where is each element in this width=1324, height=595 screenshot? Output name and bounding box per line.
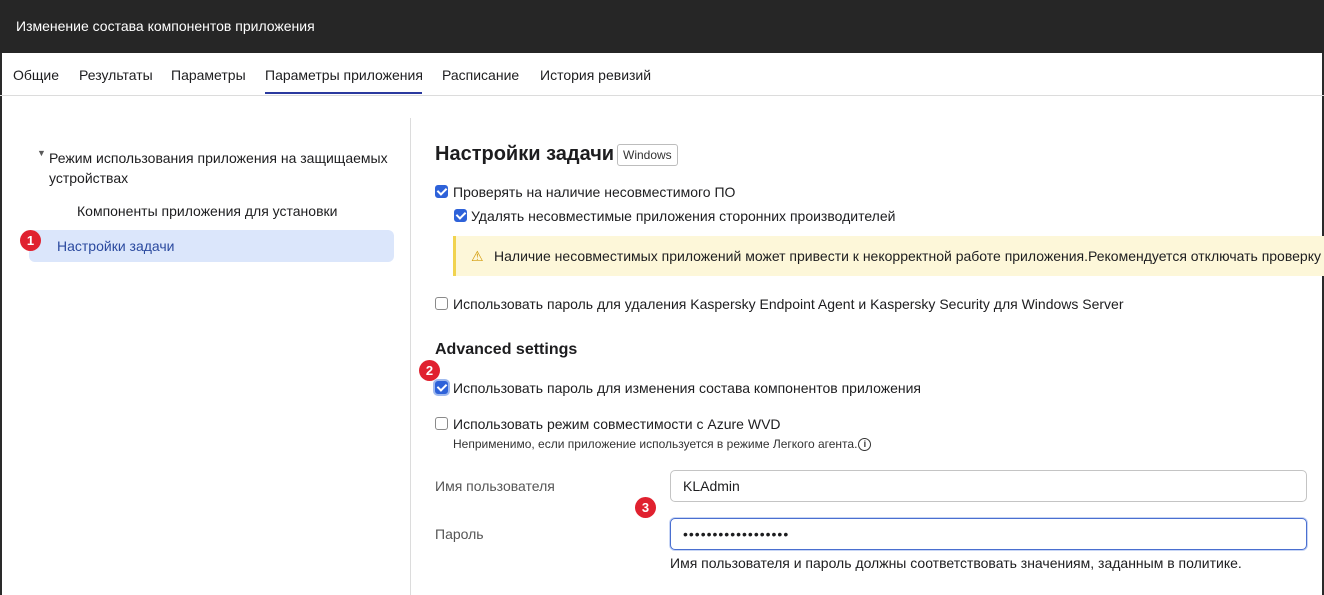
azure-wvd-note-text: Неприменимо, если приложение используетс… (453, 437, 858, 451)
tree-item-task-settings[interactable]: Настройки задачи (29, 230, 394, 262)
azure-wvd-note: Неприменимо, если приложение используетс… (453, 437, 872, 452)
caret-down-icon[interactable]: ▼ (37, 148, 46, 158)
warning-text: Наличие несовместимых приложений может п… (494, 248, 1324, 264)
tree-item-protection-mode[interactable]: Режим использования приложения на защища… (49, 148, 399, 188)
check-incompatible-checkbox[interactable] (435, 185, 448, 198)
active-tab-indicator (265, 92, 422, 94)
warning-banner: ⚠ Наличие несовместимых приложений может… (453, 236, 1324, 276)
tree-item-components[interactable]: Компоненты приложения для установки (77, 203, 337, 219)
tab-revision-history[interactable]: История ревизий (540, 67, 651, 83)
tab-general[interactable]: Общие (13, 67, 59, 83)
window-title: Изменение состава компонентов приложения (16, 18, 315, 34)
callout-badge-3: 3 (635, 497, 656, 518)
tab-bar: Общие Результаты Параметры Параметры при… (0, 53, 1324, 96)
username-label: Имя пользователя (435, 478, 555, 494)
title-bar: Изменение состава компонентов приложения (0, 0, 1324, 53)
azure-wvd-label[interactable]: Использовать режим совместимости с Azure… (453, 416, 781, 432)
tab-parameters[interactable]: Параметры (171, 67, 246, 83)
advanced-settings-title: Advanced settings (435, 341, 578, 358)
credentials-hint: Имя пользователя и пароль должны соответ… (670, 555, 1242, 571)
remove-incompatible-checkbox[interactable] (454, 209, 467, 222)
callout-badge-1: 1 (20, 230, 41, 251)
page-title: Настройки задачи (435, 143, 615, 165)
os-badge: Windows (617, 144, 678, 166)
callout-badge-2: 2 (419, 360, 440, 381)
tab-app-parameters[interactable]: Параметры приложения (265, 67, 423, 83)
panel-divider (410, 118, 411, 595)
info-icon[interactable]: i (858, 438, 872, 452)
tab-schedule[interactable]: Расписание (442, 67, 519, 83)
username-input[interactable] (670, 470, 1307, 502)
password-modify-label[interactable]: Использовать пароль для изменения состав… (453, 380, 921, 396)
password-input[interactable] (670, 518, 1307, 550)
password-uninstall-label[interactable]: Использовать пароль для удаления Kaspers… (453, 296, 1124, 312)
password-label: Пароль (435, 526, 484, 542)
password-modify-checkbox[interactable] (435, 381, 448, 394)
remove-incompatible-label[interactable]: Удалять несовместимые приложения сторонн… (471, 208, 895, 224)
azure-wvd-checkbox[interactable] (435, 417, 448, 430)
tab-results[interactable]: Результаты (79, 67, 153, 83)
tree-item-task-settings-label: Настройки задачи (57, 238, 175, 254)
password-uninstall-checkbox[interactable] (435, 297, 448, 310)
warning-icon: ⚠ (471, 248, 484, 264)
check-incompatible-label[interactable]: Проверять на наличие несовместимого ПО (453, 184, 735, 200)
